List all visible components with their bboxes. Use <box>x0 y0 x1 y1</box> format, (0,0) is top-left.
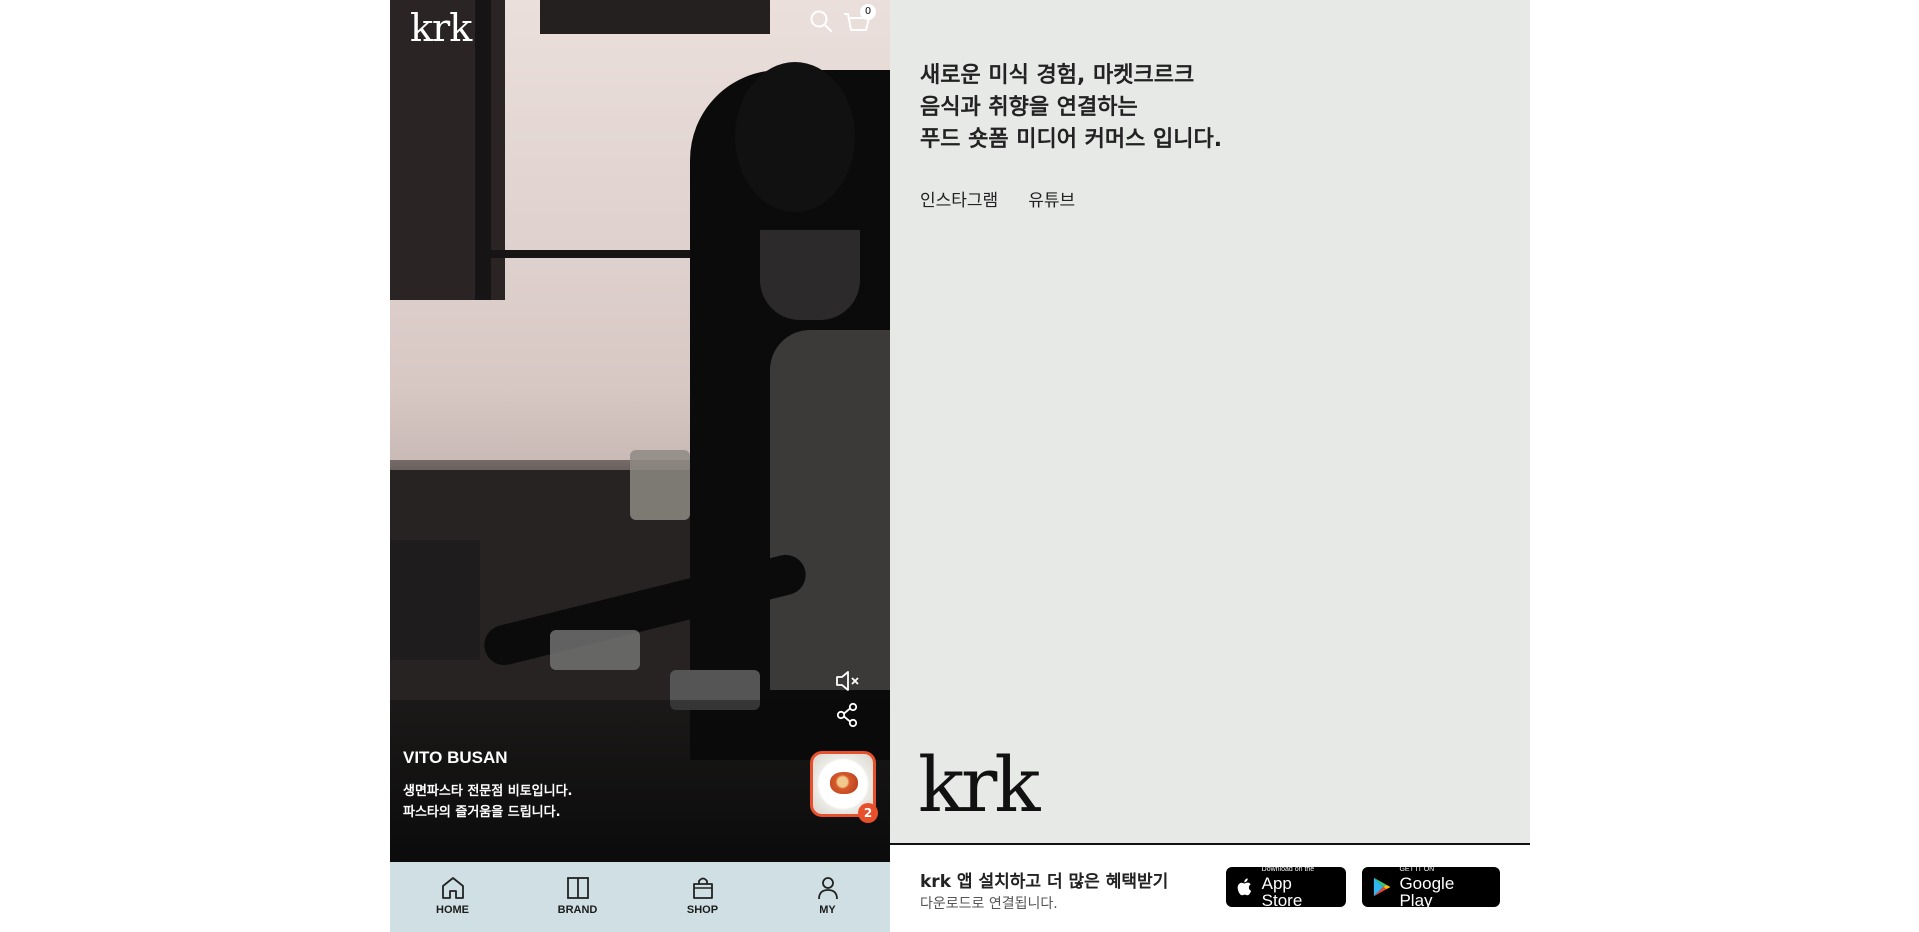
tagline-line: 새로운 미식 경험, 마켓크르크 <box>920 63 1195 88</box>
kitchen-hood <box>540 0 770 34</box>
app-store-button[interactable]: Download on the App Store <box>1226 866 1346 909</box>
google-play-text: GET IT ON Google Play <box>1399 866 1490 909</box>
krk-logo[interactable]: krk <box>410 6 472 50</box>
share-button[interactable] <box>832 700 862 730</box>
nav-label: BRAND <box>557 904 598 916</box>
google-play-button[interactable]: GET IT ON Google Play <box>1362 866 1500 909</box>
utensil-holder <box>390 540 480 660</box>
google-play-small-text: GET IT ON <box>1399 865 1435 873</box>
bag-icon <box>692 877 713 899</box>
krk-logo-large: krk <box>918 740 1040 829</box>
nav-shop[interactable]: SHOP <box>640 862 765 932</box>
nav-brand[interactable]: BRAND <box>515 862 640 932</box>
speaker-muted-icon <box>836 671 859 691</box>
video-player[interactable]: krk 0 VITO BUSAN 생면파스타 전문점 비토입니다. 파스타의 즐… <box>390 0 890 862</box>
chef-shirt <box>770 330 890 690</box>
bottom-nav: HOME BRAND SHOP MY <box>390 862 890 932</box>
page: krk 0 VITO BUSAN 생면파스타 전문점 비토입니다. 파스타의 즐… <box>0 0 1919 932</box>
download-subtitle: 다운로드로 연결됩니다. <box>920 896 1058 912</box>
description-line: 파스타의 즐거움을 드립니다. <box>403 805 561 820</box>
mobile-view: krk 0 VITO BUSAN 생면파스타 전문점 비토입니다. 파스타의 즐… <box>390 0 890 932</box>
tagline-line: 음식과 취향을 연결하는 <box>920 95 1138 120</box>
social-links: 인스타그램 유튜브 <box>920 186 1075 211</box>
nav-label: MY <box>819 904 836 916</box>
store-description: 생면파스타 전문점 비토입니다. 파스타의 즐거움을 드립니다. <box>403 781 572 823</box>
user-icon <box>817 877 838 900</box>
app-store-small-text: Download on the <box>1261 865 1315 873</box>
nav-home[interactable]: HOME <box>390 862 515 932</box>
nav-my[interactable]: MY <box>765 862 890 932</box>
share-icon <box>836 702 858 728</box>
chef-mask <box>760 230 860 320</box>
app-store-text: Download on the App Store <box>1262 866 1336 909</box>
book-icon <box>566 877 589 899</box>
kitchen-post <box>475 0 491 300</box>
tray <box>550 630 640 670</box>
store-name[interactable]: VITO BUSAN <box>403 748 508 768</box>
youtube-link[interactable]: 유튜브 <box>1028 186 1075 211</box>
instagram-link[interactable]: 인스타그램 <box>920 186 998 211</box>
nav-label: HOME <box>436 904 469 916</box>
info-panel: 새로운 미식 경험, 마켓크르크 음식과 취향을 연결하는 푸드 숏폼 미디어 … <box>890 0 1530 932</box>
description-line: 생면파스타 전문점 비토입니다. <box>403 784 573 799</box>
google-play-icon <box>1373 877 1391 897</box>
tagline-line: 푸드 숏폼 미디어 커머스 입니다. <box>920 127 1223 152</box>
app-store-big-text: App Store <box>1261 873 1303 910</box>
app-download-bar: krk 앱 설치하고 더 많은 혜택받기 다운로드로 연결됩니다. Downlo… <box>890 843 1530 932</box>
mute-button[interactable] <box>832 666 862 696</box>
tagline: 새로운 미식 경험, 마켓크르크 음식과 취향을 연결하는 푸드 숏폼 미디어 … <box>920 60 1480 156</box>
product-count-badge: 2 <box>858 803 878 823</box>
chef-head <box>735 62 855 212</box>
food-image <box>830 772 858 794</box>
search-button[interactable] <box>808 8 834 34</box>
download-title: krk 앱 설치하고 더 많은 혜택받기 <box>920 872 1169 892</box>
apple-icon <box>1237 878 1252 896</box>
container <box>630 450 690 520</box>
home-icon <box>441 877 464 899</box>
cart-count-badge: 0 <box>860 4 876 20</box>
search-icon <box>810 10 832 32</box>
google-play-big-text: Google Play <box>1399 873 1455 910</box>
nav-label: SHOP <box>686 904 719 916</box>
